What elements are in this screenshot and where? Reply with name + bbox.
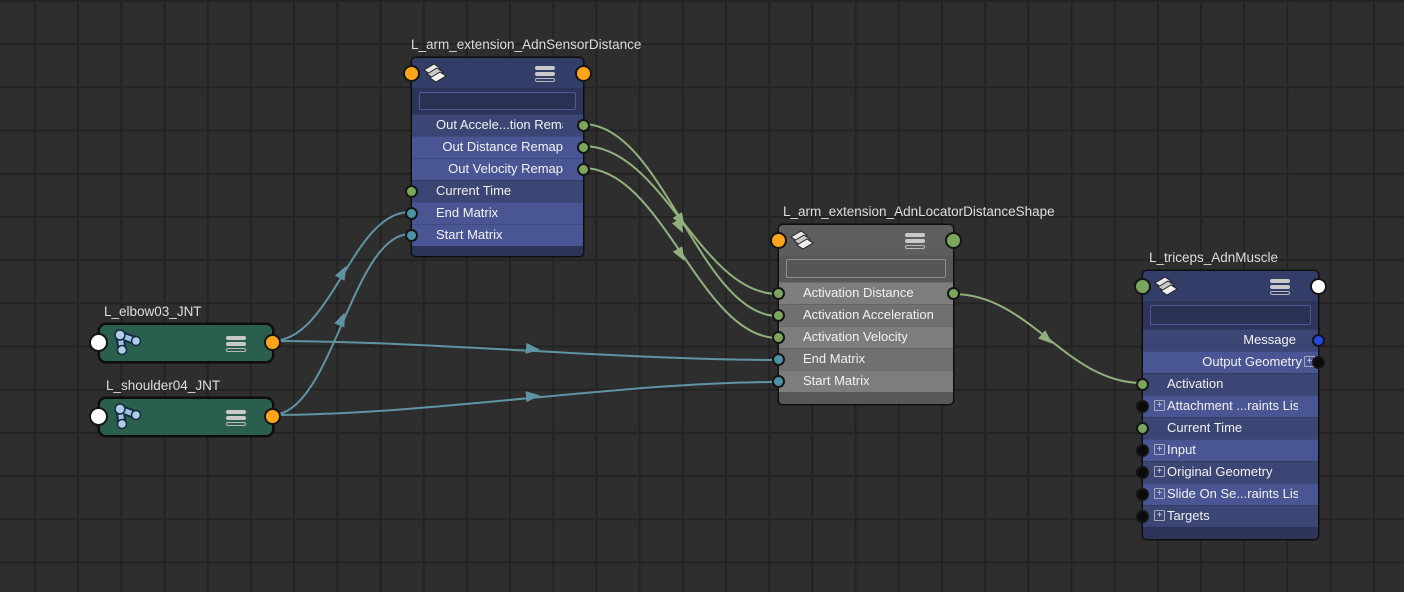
port-slide-on-segment-constraints-list[interactable]: [1136, 488, 1149, 501]
wire-arrow: [526, 390, 541, 402]
port-message[interactable]: [1312, 334, 1325, 347]
node-output-port[interactable]: [945, 232, 962, 249]
port-input[interactable]: [1136, 444, 1149, 457]
port-attachment-constraints-list[interactable]: [1136, 400, 1149, 413]
node-output-port[interactable]: [575, 65, 592, 82]
node-rename-field[interactable]: [1150, 305, 1311, 325]
row-out-distance-remap: Out Distance Remap: [412, 136, 583, 158]
row-start-matrix: Start Matrix: [779, 370, 953, 392]
expand-icon[interactable]: +: [1154, 510, 1165, 521]
row-activation: Activation: [1143, 373, 1318, 395]
port-end-matrix[interactable]: [772, 353, 785, 366]
node-input-port[interactable]: [89, 333, 108, 352]
joint-icon: [110, 401, 146, 431]
port-output-geometry[interactable]: [1312, 356, 1325, 369]
wire-elbow-to-locator-end-matrix[interactable]: [272, 341, 778, 360]
node-output-port[interactable]: [1310, 278, 1327, 295]
node-display-mode-icon[interactable]: [905, 233, 925, 251]
node-input-port[interactable]: [1134, 278, 1151, 295]
node-display-mode-icon[interactable]: [535, 66, 555, 84]
node-display-mode-icon[interactable]: [226, 410, 246, 428]
node-footer: [779, 392, 953, 404]
expand-icon[interactable]: +: [1154, 466, 1165, 477]
expand-icon[interactable]: +: [1154, 444, 1165, 455]
node-header[interactable]: [412, 58, 583, 88]
node-footer: [1143, 527, 1318, 539]
row-end-matrix: End Matrix: [779, 348, 953, 370]
port-current-time[interactable]: [405, 185, 418, 198]
rename-strip: [412, 88, 583, 114]
node-rename-field[interactable]: [419, 92, 576, 110]
row-current-time: Current Time: [412, 180, 583, 202]
node-title: L_arm_extension_AdnSensorDistance: [411, 37, 641, 52]
row-original-geometry: + Original Geometry: [1143, 461, 1318, 483]
row-message: Message: [1143, 329, 1318, 351]
node-shoulder-joint[interactable]: L_shoulder04_JNT: [98, 397, 274, 437]
node-output-port[interactable]: [264, 334, 281, 351]
node-adn-locator-distance-shape[interactable]: L_arm_extension_AdnLocatorDistanceShape …: [778, 224, 954, 405]
rename-strip: [779, 255, 953, 282]
node-header[interactable]: [1143, 271, 1318, 301]
port-activation-distance-in[interactable]: [772, 287, 785, 300]
row-slide-on-segment-constraints-list: + Slide On Se...raints List: [1143, 483, 1318, 505]
port-activation-distance-out[interactable]: [947, 287, 960, 300]
port-out-velocity-remap[interactable]: [577, 163, 590, 176]
node-input-port[interactable]: [403, 65, 420, 82]
row-targets: + Targets: [1143, 505, 1318, 527]
port-current-time[interactable]: [1136, 422, 1149, 435]
node-adn-sensor-distance[interactable]: L_arm_extension_AdnSensorDistance Out Ac…: [411, 57, 584, 257]
row-start-matrix: Start Matrix: [412, 224, 583, 246]
row-activation-velocity: Activation Velocity: [779, 326, 953, 348]
port-start-matrix[interactable]: [405, 229, 418, 242]
shapes-stack-icon: [422, 61, 448, 86]
node-title: L_shoulder04_JNT: [106, 378, 220, 393]
node-editor-canvas[interactable]: L_arm_extension_AdnSensorDistance Out Ac…: [0, 0, 1404, 592]
node-input-port[interactable]: [89, 407, 108, 426]
shapes-stack-icon: [1153, 274, 1179, 299]
row-current-time: Current Time: [1143, 417, 1318, 439]
node-footer: [412, 246, 583, 256]
joint-icon: [110, 327, 146, 357]
attribute-rows: Out Accele...tion Remap Out Distance Rem…: [412, 114, 583, 246]
node-title: L_triceps_AdnMuscle: [1149, 250, 1278, 265]
row-activation-distance: Activation Distance: [779, 282, 953, 304]
port-original-geometry[interactable]: [1136, 466, 1149, 479]
node-header[interactable]: [779, 225, 953, 255]
attribute-rows: Message Output Geometry + Activation + A…: [1143, 329, 1318, 527]
row-out-velocity-remap: Out Velocity Remap: [412, 158, 583, 180]
node-title: L_elbow03_JNT: [104, 304, 202, 319]
port-out-distance-remap[interactable]: [577, 141, 590, 154]
port-out-acceleration-remap[interactable]: [577, 119, 590, 132]
wire-shoulder-to-locator-start-matrix[interactable]: [272, 382, 778, 415]
rename-strip: [1143, 301, 1318, 329]
row-end-matrix: End Matrix: [412, 202, 583, 224]
port-end-matrix[interactable]: [405, 207, 418, 220]
port-activation-acceleration[interactable]: [772, 309, 785, 322]
port-start-matrix[interactable]: [772, 375, 785, 388]
expand-icon[interactable]: +: [1154, 400, 1165, 411]
node-rename-field[interactable]: [786, 259, 946, 278]
node-display-mode-icon[interactable]: [226, 336, 246, 354]
node-title: L_arm_extension_AdnLocatorDistanceShape: [783, 204, 1055, 219]
wire-arrow: [526, 343, 541, 355]
row-attachment-constraints-list: + Attachment ...raints List: [1143, 395, 1318, 417]
node-input-port[interactable]: [770, 232, 787, 249]
row-output-geometry: Output Geometry +: [1143, 351, 1318, 373]
node-display-mode-icon[interactable]: [1270, 279, 1290, 297]
expand-icon[interactable]: +: [1154, 488, 1165, 499]
row-activation-acceleration: Activation Acceleration: [779, 304, 953, 326]
node-output-port[interactable]: [264, 408, 281, 425]
port-activation[interactable]: [1136, 378, 1149, 391]
row-input: + Input: [1143, 439, 1318, 461]
shapes-stack-icon: [789, 228, 815, 253]
attribute-rows: Activation Distance Activation Accelerat…: [779, 282, 953, 392]
row-out-acceleration-remap: Out Accele...tion Remap: [412, 114, 583, 136]
port-activation-velocity[interactable]: [772, 331, 785, 344]
node-elbow-joint[interactable]: L_elbow03_JNT: [98, 323, 274, 363]
node-adn-muscle[interactable]: L_triceps_AdnMuscle Message Output G: [1142, 270, 1319, 540]
port-targets[interactable]: [1136, 510, 1149, 523]
